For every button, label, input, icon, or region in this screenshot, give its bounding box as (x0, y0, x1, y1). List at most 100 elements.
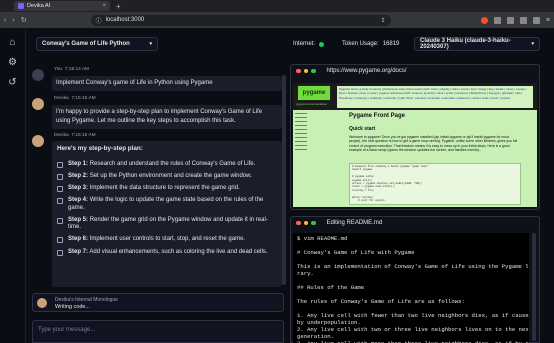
back-icon[interactable]: ‹ (4, 17, 6, 24)
maximize-dot-icon (311, 220, 316, 226)
chevron-down-icon: ▾ (149, 41, 152, 47)
model-name: Claude 3 Haiku (claude-3-haiku-20240307) (420, 38, 511, 50)
pygame-logo-sub: pygame documentation (296, 102, 328, 106)
terminal-line: 2. Any live cell with two or three live … (297, 326, 529, 333)
message-meta: Devika 7:15:16 AM (54, 133, 96, 138)
extension-icon[interactable] (506, 16, 514, 24)
gear-icon[interactable]: ⚙ (7, 57, 18, 68)
browser-nav-bar: ‹ › ↻ ⓘ localhost:3000 ⇪ ≡ (0, 12, 554, 28)
editor-panel: Editing README.md $ vim README.md # Conw… (290, 216, 540, 343)
step-checkbox[interactable] (57, 186, 63, 193)
step-checkbox[interactable] (57, 217, 63, 224)
pygame-nav: Pygame Home || Help Contents || Referenc… (337, 86, 533, 108)
history-icon[interactable]: ↺ (7, 77, 18, 88)
app-sidebar: ⌂ ⚙ ↺ (0, 28, 26, 343)
pygame-header: pygame pygame documentation Pygame Home … (293, 83, 537, 110)
new-tab-icon[interactable]: + (116, 2, 121, 11)
editor-panel-header: Editing README.md (291, 217, 539, 229)
browser-tab-bar: Devika AI × + (0, 0, 554, 12)
message-meta: Devika 7:15:16 AM (54, 96, 96, 101)
terminal-line: generation. (297, 333, 334, 340)
message-meta: You 7:15:14 AM (54, 67, 90, 72)
terminal-line: 1. Any live cell with fewer than two liv… (297, 312, 529, 319)
internet-label: Internet: (293, 41, 316, 47)
reload-icon[interactable]: ↻ (21, 16, 27, 24)
browser-panel-header: https://www.pygame.org/docs/ (291, 65, 539, 77)
plan-step: Step 4: Write the logic to update the ga… (57, 197, 277, 212)
plan-step: Step 2: Set up the Python environment an… (57, 173, 277, 181)
menu-icon[interactable]: ≡ (546, 17, 550, 24)
project-select[interactable]: Conway's Game of Life Python ▾ (36, 37, 158, 51)
pygame-code-sample: # Example file showing a basic pygame "g… (349, 163, 521, 205)
plan-step: Step 1: Research and understand the rule… (57, 161, 277, 169)
step-checkbox[interactable] (57, 237, 63, 244)
editor-title: Editing README.md (326, 220, 383, 226)
message-input[interactable]: Type your message... (32, 320, 284, 343)
maximize-dot-icon (311, 68, 316, 74)
minimize-dot-icon (303, 220, 308, 226)
chevron-down-icon: ▾ (531, 41, 534, 47)
close-tab-icon[interactable]: × (102, 3, 106, 9)
browser-tab[interactable]: Devika AI × (14, 1, 110, 11)
minimize-dot-icon (303, 68, 308, 74)
tab-title: Devika AI (27, 3, 51, 9)
token-label: Token Usage: (342, 41, 379, 47)
pygame-logo: pygame (297, 85, 331, 101)
chat-panel: You 7:15:14 AM Implement Conway's game o… (32, 63, 284, 288)
editor-scrollbar[interactable] (532, 233, 536, 341)
terminal-output: $ vim README.md # Conway's Game of Life … (293, 233, 529, 343)
close-dot-icon (296, 68, 301, 74)
chat-message: Devika 7:15:16 AM Here's my step-by-step… (32, 133, 282, 288)
user-avatar (32, 69, 44, 81)
message-placeholder: Type your message... (38, 327, 96, 333)
pygame-quick-start: Quick start (349, 126, 376, 132)
address-bar[interactable]: ⓘ localhost:3000 ⇪ (90, 14, 391, 26)
chat-scrollbar[interactable] (282, 75, 286, 285)
step-checkbox[interactable] (57, 162, 63, 168)
message-text: Implement Conway's game of Life in Pytho… (52, 76, 282, 91)
plan-step: Step 6: Implement user controls to start… (57, 236, 277, 244)
terminal-line: The rules of Conway's Game of Life are a… (297, 298, 465, 305)
step-checkbox[interactable] (57, 198, 63, 205)
browser-panel-url[interactable]: https://www.pygame.org/docs/ (327, 68, 407, 74)
home-icon[interactable]: ⌂ (7, 37, 18, 48)
wallet-icon[interactable] (532, 16, 540, 24)
sidebar-toggle-icon[interactable] (519, 16, 527, 24)
pygame-page-title: Pygame Front Page (349, 113, 406, 119)
monologue-text: Writing code... (55, 304, 91, 310)
pygame-sidebar (295, 113, 309, 203)
devika-favicon-icon (18, 3, 24, 9)
address-url: localhost:3000 (105, 17, 145, 23)
extension-icon[interactable] (493, 16, 501, 24)
plan-title: Here's my step-by-step plan: (57, 145, 143, 152)
devika-avatar (32, 135, 44, 147)
terminal-line: This is an implementation of Conway's Ga… (297, 263, 529, 270)
monologue-title: Devika's Internal Monologue (55, 297, 118, 303)
step-checkbox[interactable] (57, 174, 63, 181)
step-checkbox[interactable] (57, 249, 63, 256)
token-count: 16819 (382, 41, 400, 47)
terminal-line: # Conway's Game of Life with Pygame (297, 249, 415, 256)
chat-message: You 7:15:14 AM Implement Conway's game o… (32, 67, 282, 97)
close-dot-icon (296, 220, 301, 226)
forward-icon[interactable]: › (12, 17, 14, 24)
devika-avatar (37, 298, 47, 308)
project-name: Conway's Game of Life Python (42, 41, 130, 47)
share-icon[interactable]: ⇪ (381, 17, 386, 24)
terminal-line: $ vim README.md (297, 235, 348, 242)
internal-monologue: Devika's Internal Monologue Writing code… (32, 293, 284, 312)
brave-shield-icon[interactable] (480, 16, 488, 24)
terminal-line: ## Rules of the Game (297, 284, 365, 291)
model-select[interactable]: Claude 3 Haiku (claude-3-haiku-20240307)… (414, 37, 540, 51)
pygame-body-text: Welcome to pygame! Once you've got pygam… (349, 135, 518, 152)
terminal-line: by underpopulation. (297, 319, 361, 326)
plan-step: Step 3: Implement the data structure to … (57, 185, 277, 193)
info-icon: ⓘ (95, 18, 102, 25)
plan-step: Step 5: Render the game grid on the Pyga… (57, 217, 277, 232)
browser-screenshot: pygame pygame documentation Pygame Home … (293, 83, 537, 207)
